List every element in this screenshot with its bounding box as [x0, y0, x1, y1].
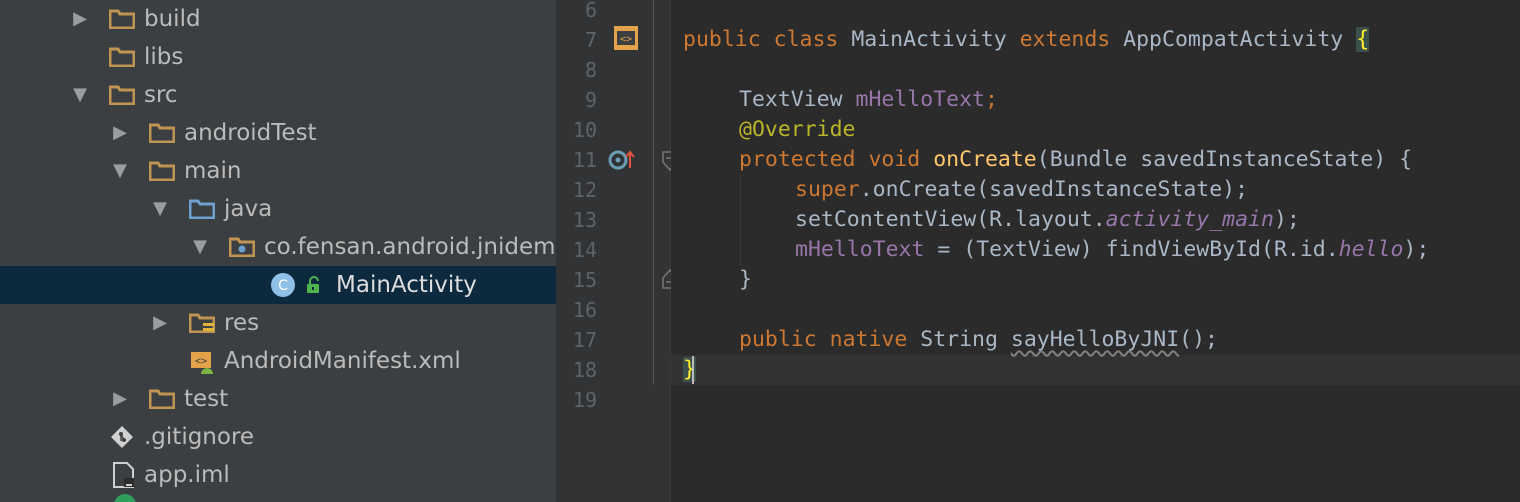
tree-item-label: androidTest	[184, 120, 317, 146]
matched-brace: }	[683, 357, 696, 382]
folder-icon	[149, 389, 175, 409]
partial-file-icon	[114, 494, 136, 502]
folder-icon	[109, 9, 135, 29]
line-number: 19	[572, 388, 597, 412]
source-folder-icon	[189, 199, 215, 219]
folder-icon	[109, 47, 135, 67]
expand-arrow-icon[interactable]: ▶	[150, 304, 170, 342]
tree-item-label: app.iml	[144, 462, 230, 488]
tree-item-main[interactable]: ▼ main	[0, 152, 556, 190]
line-number: 18	[572, 358, 597, 382]
line-number: 15	[572, 268, 597, 292]
class-icon: C	[271, 273, 295, 297]
tree-item-res[interactable]: ▶ res	[0, 304, 556, 342]
line-number: 9	[584, 88, 597, 112]
code-line-14: mHelloText = (TextView) findViewById(R.i…	[795, 237, 1430, 262]
line-number: 16	[572, 298, 597, 322]
text-caret	[692, 356, 694, 384]
override-method-gutter-icon[interactable]	[608, 148, 636, 172]
android-manifest-gutter-icon[interactable]: <>	[613, 25, 639, 53]
line-number: 13	[572, 208, 597, 232]
svg-text:<>: <>	[195, 356, 207, 367]
code-line-9: TextView mHelloText;	[739, 87, 998, 112]
collapse-arrow-icon[interactable]: ▼	[150, 190, 170, 228]
tree-item-label: MainActivity	[336, 272, 477, 298]
line-number: 8	[584, 58, 597, 82]
unlock-icon	[307, 276, 319, 293]
line-number: 12	[572, 178, 597, 202]
resource-folder-icon	[189, 313, 215, 333]
tree-item-label: build	[144, 6, 201, 32]
folder-icon	[109, 85, 135, 105]
expand-arrow-icon[interactable]: ▶	[110, 380, 130, 418]
code-line-7: public class MainActivity extends AppCom…	[683, 27, 1370, 52]
tree-item-label: libs	[144, 44, 184, 70]
tree-item-androidmanifest[interactable]: <> AndroidManifest.xml	[0, 342, 556, 380]
tree-item-test[interactable]: ▶ test	[0, 380, 556, 418]
expand-arrow-icon[interactable]: ▶	[110, 114, 130, 152]
tree-item-label: res	[224, 310, 260, 336]
folder-icon	[149, 123, 175, 143]
package-icon	[229, 237, 255, 257]
matched-brace: {	[1356, 27, 1370, 52]
manifest-icon: <>	[191, 352, 213, 374]
code-line-13: setContentView(R.layout.activity_main);	[795, 207, 1300, 232]
tree-item-src[interactable]: ▼ src	[0, 76, 556, 114]
line-number: 7	[584, 28, 597, 52]
line-number: 14	[572, 238, 597, 262]
svg-text:<>: <>	[620, 34, 632, 45]
tree-item-label: src	[144, 82, 178, 108]
line-number: 10	[572, 118, 597, 142]
tree-item-label: AndroidManifest.xml	[224, 348, 461, 374]
iml-file-icon	[113, 462, 134, 488]
tree-item-gitignore[interactable]: .gitignore	[0, 418, 556, 456]
svg-text:C: C	[278, 278, 288, 294]
code-line-15: }	[739, 267, 752, 292]
code-line-17: public native String sayHelloByJNI();	[739, 327, 1218, 352]
unresolved-method-warning: sayHelloByJNI	[1010, 327, 1180, 352]
tree-item-libs[interactable]: libs	[0, 38, 556, 76]
tree-item-java[interactable]: ▼ java	[0, 190, 556, 228]
project-tree-panel: ▶ build libs ▼ src ▶ androidTest ▼ main …	[0, 0, 556, 502]
tree-item-label: .gitignore	[144, 424, 255, 450]
code-line-10: @Override	[739, 117, 856, 142]
collapse-arrow-icon[interactable]: ▼	[70, 76, 90, 114]
tree-item-label: main	[184, 158, 242, 184]
tree-item-build[interactable]: ▶ build	[0, 0, 556, 38]
tree-item-app-iml[interactable]: app.iml	[0, 456, 556, 494]
tree-item-mainactivity[interactable]: C MainActivity	[0, 266, 556, 304]
indent-guide	[740, 175, 741, 265]
code-line-12: super.onCreate(savedInstanceState);	[795, 177, 1249, 202]
folder-icon	[149, 161, 175, 181]
collapse-arrow-icon[interactable]: ▼	[110, 152, 130, 190]
tree-item-label: java	[224, 196, 273, 222]
line-number: 11	[572, 148, 597, 172]
tree-item-label: test	[184, 386, 229, 412]
expand-arrow-icon[interactable]: ▶	[70, 0, 90, 38]
gutter-separator	[653, 0, 654, 385]
git-icon	[111, 426, 133, 448]
code-line-18: }	[683, 355, 696, 385]
tree-item-androidtest[interactable]: ▶ androidTest	[0, 114, 556, 152]
collapse-arrow-icon[interactable]: ▼	[190, 228, 210, 266]
line-number: 6	[584, 0, 597, 22]
tree-item-label: co.fensan.android.jnidem	[264, 234, 556, 260]
tree-item-package[interactable]: ▼ co.fensan.android.jnidem	[0, 228, 556, 266]
line-number: 17	[572, 328, 597, 352]
current-line-highlight	[671, 355, 1520, 385]
code-line-11: protected void onCreate(Bundle savedInst…	[739, 147, 1413, 172]
